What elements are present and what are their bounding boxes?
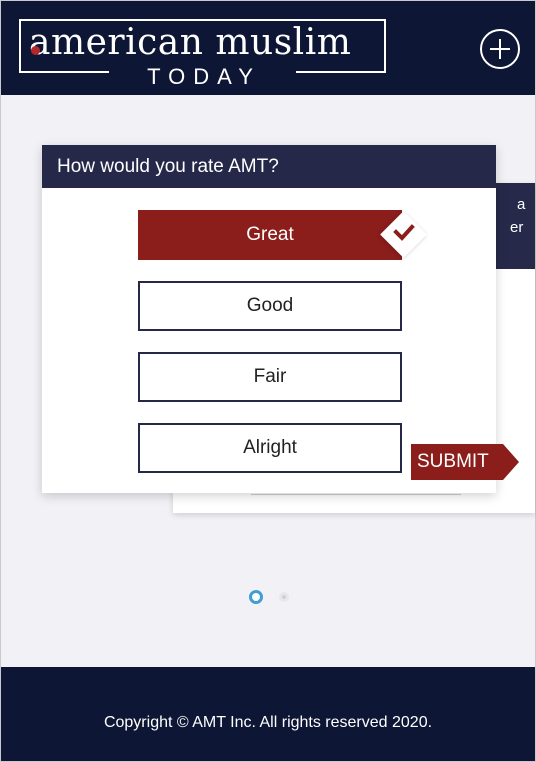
submit-button[interactable]: SUBMIT — [411, 444, 503, 480]
logo-frame-bottom-right — [296, 71, 386, 73]
carousel-dot-inactive[interactable] — [279, 592, 289, 602]
back-card-text-fragment: a — [517, 196, 526, 213]
logo-frame-left — [19, 19, 21, 73]
logo-main-label: american muslim — [29, 22, 352, 63]
site-logo[interactable]: american muslim TODAY — [19, 19, 386, 89]
checkmark-icon — [393, 224, 415, 241]
poll-option-great[interactable]: Great — [138, 210, 402, 260]
logo-accent-dot — [31, 46, 40, 55]
poll-card: How would you rate AMT? Great Good Fair … — [42, 145, 519, 493]
poll-question: How would you rate AMT? — [57, 156, 279, 177]
back-card-divider — [251, 494, 461, 495]
logo-frame-top — [19, 19, 386, 21]
back-card-text-fragment: er — [510, 219, 524, 236]
plus-vertical-stroke — [499, 39, 501, 59]
poll-option-good[interactable]: Good — [138, 281, 402, 331]
site-footer: Copyright © AMT Inc. All rights reserved… — [1, 667, 535, 761]
submit-arrow-shape — [503, 444, 519, 480]
poll-option-fair[interactable]: Fair — [138, 352, 402, 402]
site-header: american muslim TODAY — [1, 1, 535, 95]
logo-frame-right — [384, 19, 386, 73]
poll-header: How would you rate AMT? — [42, 145, 496, 188]
carousel-dot-active[interactable] — [249, 590, 263, 604]
copyright-text: Copyright © AMT Inc. All rights reserved… — [103, 714, 433, 731]
poll-option-alright[interactable]: Alright — [138, 423, 402, 473]
back-card-header: a er — [496, 183, 535, 269]
plus-circle-icon[interactable] — [480, 29, 520, 69]
logo-main-text: american muslim — [29, 23, 379, 63]
logo-sub-text: TODAY — [124, 65, 284, 89]
logo-frame-bottom-left — [19, 71, 109, 73]
